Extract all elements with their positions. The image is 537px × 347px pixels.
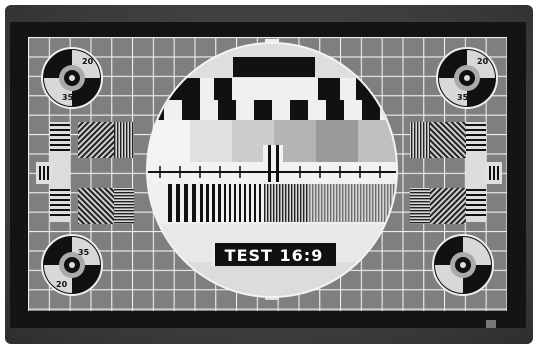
corner-number-35: 35: [62, 93, 74, 102]
corner-number-20: 20: [477, 57, 489, 66]
top-black-block: [233, 57, 315, 77]
corner-circle-bottom-right: 35 20: [432, 234, 494, 296]
corner-circle-bottom-left: 35 20: [41, 234, 103, 296]
corner-number-20: 20: [471, 280, 483, 289]
corner-circle-top-right: 20 35: [436, 47, 498, 109]
corner-number-35: 35: [78, 248, 90, 257]
corner-number-35: 35: [457, 93, 469, 102]
power-button: [486, 320, 496, 328]
monitor-photo: 20 35 20 35 35 20 35 20 TEST 16:9: [0, 0, 537, 347]
corner-number-35: 35: [445, 248, 457, 257]
corner-number-20: 20: [82, 57, 94, 66]
corner-circle-top-left: 20 35: [41, 47, 103, 109]
caption-text: TEST 16:9: [225, 246, 324, 265]
corner-number-20: 20: [56, 280, 68, 289]
test-caption: TEST 16:9: [212, 243, 336, 266]
